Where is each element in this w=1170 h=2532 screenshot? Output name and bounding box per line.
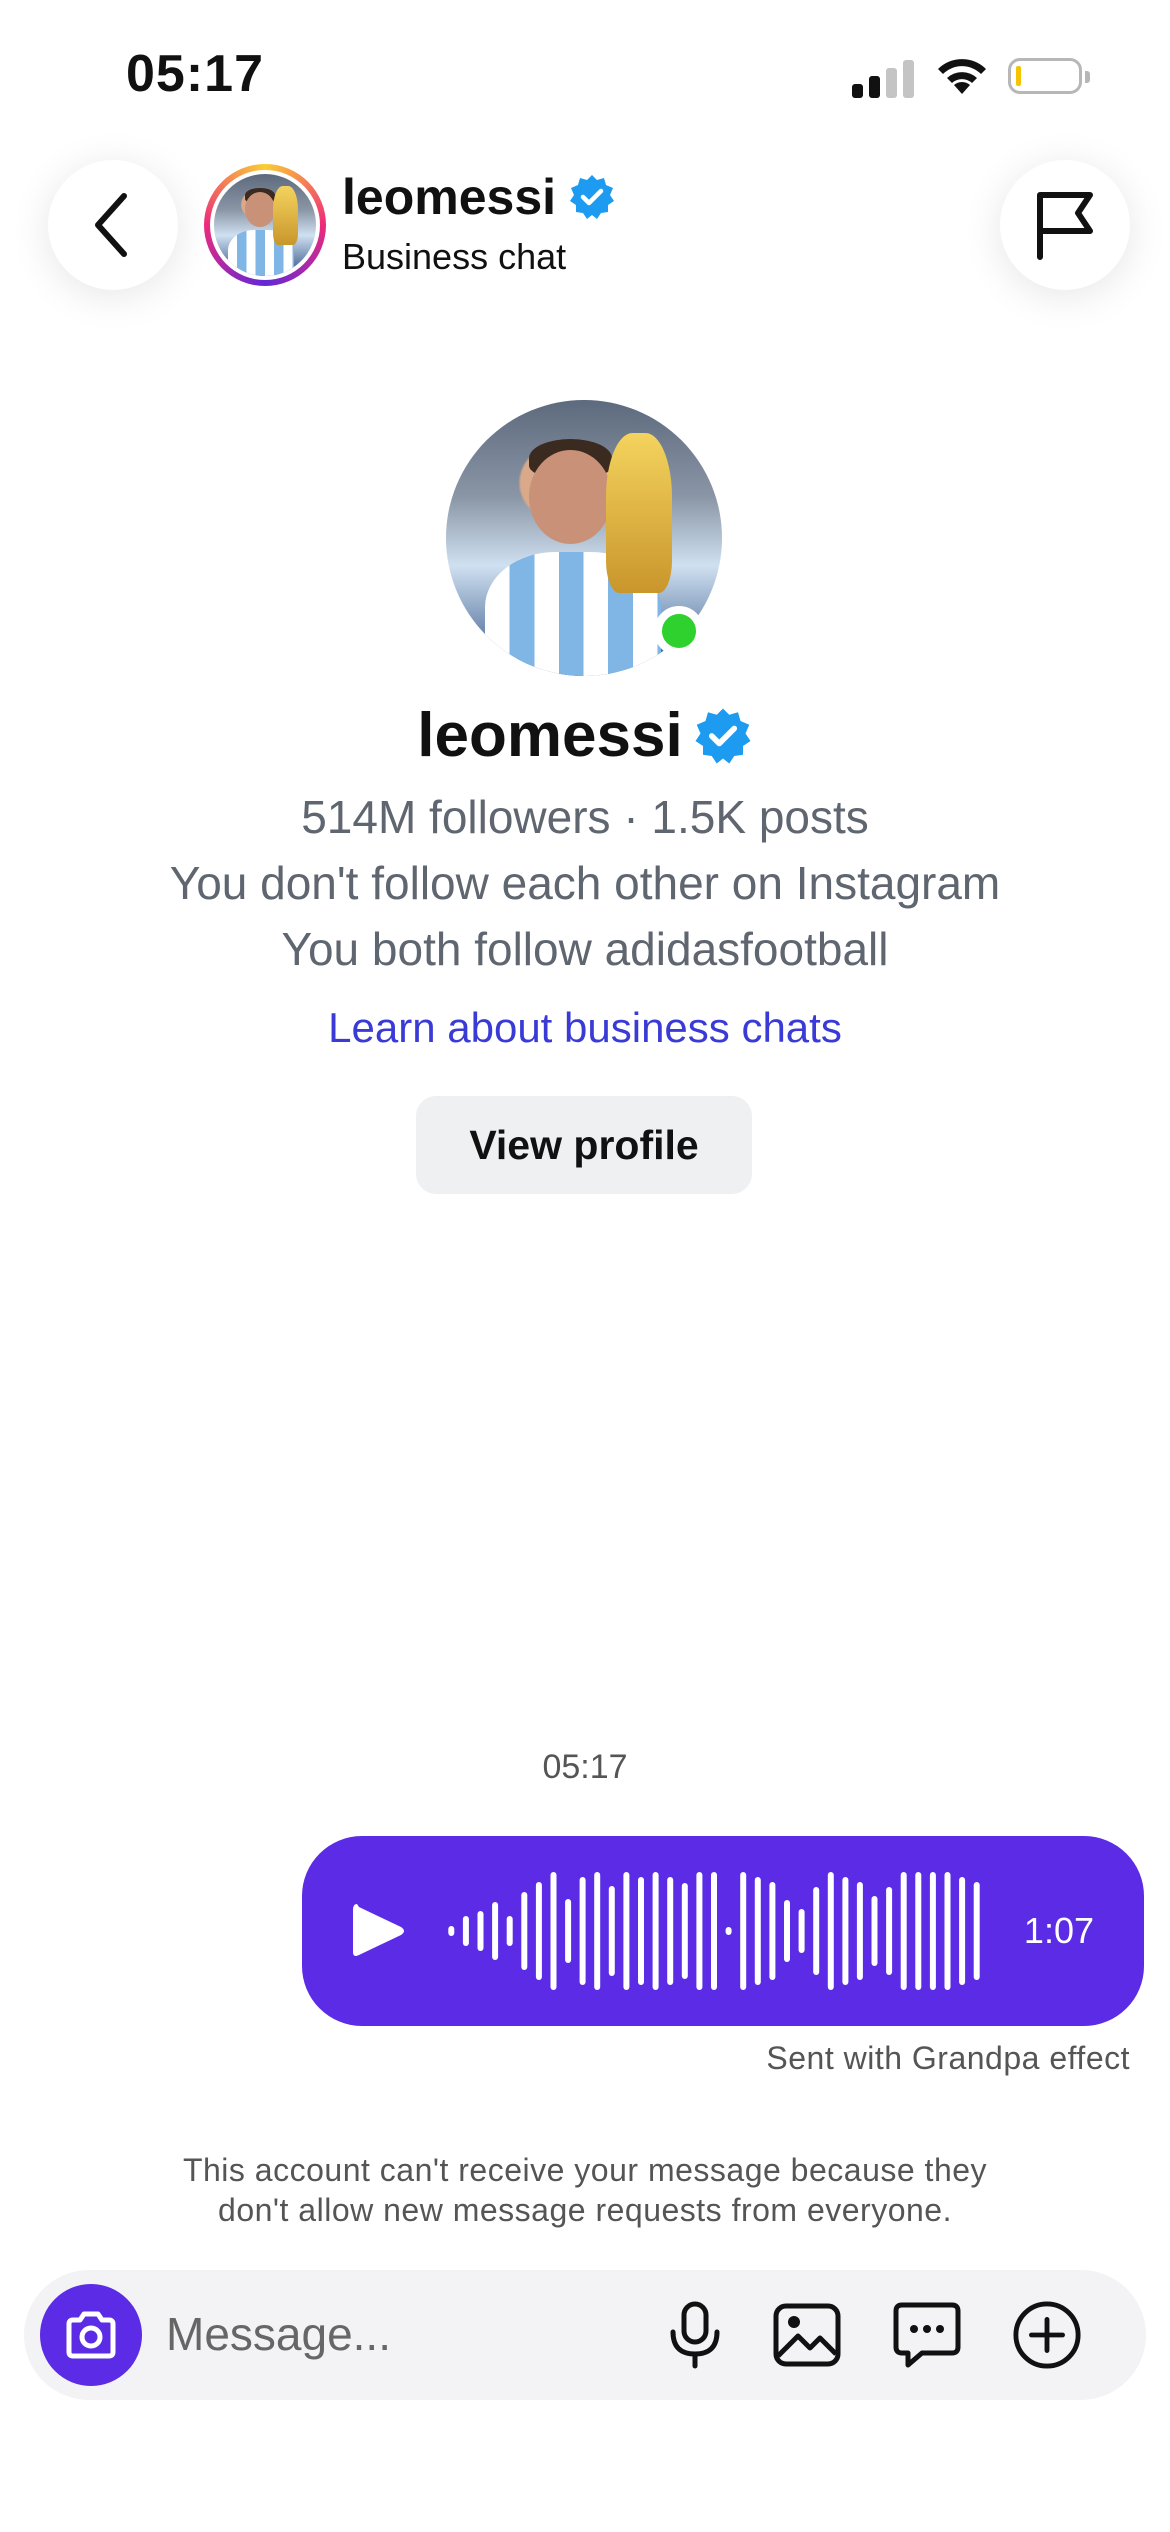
chevron-left-icon (95, 193, 127, 257)
plus-icon (1013, 2301, 1081, 2369)
waveform-bar (623, 1872, 630, 1990)
waveform-bar (959, 1877, 966, 1985)
message-input[interactable] (166, 2304, 626, 2364)
voice-duration: 1:07 (1023, 1910, 1094, 1951)
back-button[interactable] (48, 160, 178, 290)
profile-username-text: leomessi (417, 701, 683, 770)
camera-button[interactable] (40, 2284, 142, 2386)
waveform-bar (565, 1899, 572, 1963)
waveform-bar (652, 1872, 659, 1990)
waveform-bar (784, 1900, 790, 1962)
waveform-bar (594, 1872, 601, 1990)
delivery-notice: This account can't receive your message … (0, 2150, 1170, 2230)
header-username[interactable]: leomessi (342, 168, 616, 226)
waveform-bar (798, 1909, 805, 1953)
profile-username: leomessi (0, 700, 1170, 771)
waveform-bar (900, 1872, 907, 1990)
mutual-follow: You both follow adidasfootball (281, 923, 889, 975)
gallery-button[interactable] (772, 2300, 842, 2370)
delivery-notice-line: don't allow new message requests from ev… (218, 2192, 952, 2228)
add-button[interactable] (1012, 2300, 1082, 2370)
online-status-indicator (654, 606, 704, 656)
waveform-bar (506, 1916, 513, 1946)
waveform-bar (477, 1911, 484, 1951)
waveform-bar (871, 1896, 878, 1966)
header-username-text: leomessi (342, 169, 557, 225)
header-avatar[interactable] (204, 164, 326, 286)
waveform-bar (462, 1916, 469, 1946)
battery-icon (1008, 58, 1090, 94)
status-time: 05:17 (126, 45, 264, 103)
follow-status: You don't follow each other on Instagram (169, 857, 1001, 909)
verified-badge-icon (695, 708, 751, 763)
voice-waveform[interactable] (444, 1851, 984, 2011)
waveform-bar (769, 1882, 776, 1980)
waveform-bar (711, 1872, 717, 1990)
waveform-bar (492, 1902, 499, 1960)
waveform-bar (725, 1927, 732, 1935)
header-subtitle: Business chat (342, 236, 567, 277)
waveform-bar (696, 1872, 703, 1990)
waveform-bar (448, 1926, 455, 1936)
waveform-bar (681, 1883, 688, 1979)
waveform-bar (827, 1872, 834, 1990)
waveform-bar (608, 1886, 615, 1976)
waveform-bar (973, 1882, 980, 1980)
sticker-chat-icon (893, 2302, 961, 2368)
play-icon (353, 1904, 404, 1956)
waveform-bar (856, 1882, 863, 1980)
waveform-bar (550, 1872, 557, 1990)
cellular-signal-icon (852, 58, 914, 98)
profile-stats: 514M followers · 1.5K posts (301, 791, 869, 843)
delivery-notice-line: This account can't receive your message … (182, 2152, 988, 2188)
waveform-bar (667, 1877, 674, 1985)
voice-message-bubble[interactable]: 1:07 (302, 1836, 1144, 2026)
waveform-bar (638, 1877, 644, 1985)
waveform-bar (813, 1887, 820, 1975)
microphone-icon (670, 2301, 720, 2369)
play-button[interactable] (342, 1895, 414, 1967)
view-profile-button[interactable]: View profile (416, 1096, 752, 1194)
gallery-icon (773, 2303, 841, 2367)
flag-icon (1037, 192, 1093, 260)
waveform-bar (521, 1892, 528, 1970)
microphone-button[interactable] (660, 2300, 730, 2370)
verified-badge-icon (570, 175, 615, 219)
voice-effect-note: Sent with Grandpa effect (766, 2040, 1130, 2076)
waveform-bar (944, 1872, 951, 1990)
waveform-bar (929, 1872, 936, 1990)
sticker-chat-button[interactable] (892, 2300, 962, 2370)
waveform-bar (579, 1877, 586, 1985)
waveform-bar (886, 1887, 893, 1975)
waveform-bar (915, 1872, 922, 1990)
wifi-icon (934, 54, 990, 98)
waveform-bar (754, 1877, 761, 1985)
report-button[interactable] (1000, 160, 1130, 290)
learn-business-chats-link[interactable]: Learn about business chats (0, 1004, 1170, 1052)
waveform-bar (842, 1877, 849, 1985)
waveform-bar (535, 1882, 542, 1980)
profile-photo-small (214, 174, 316, 276)
message-timestamp: 05:17 (542, 1748, 628, 1786)
camera-icon (66, 2311, 116, 2359)
waveform-bar (740, 1872, 747, 1990)
